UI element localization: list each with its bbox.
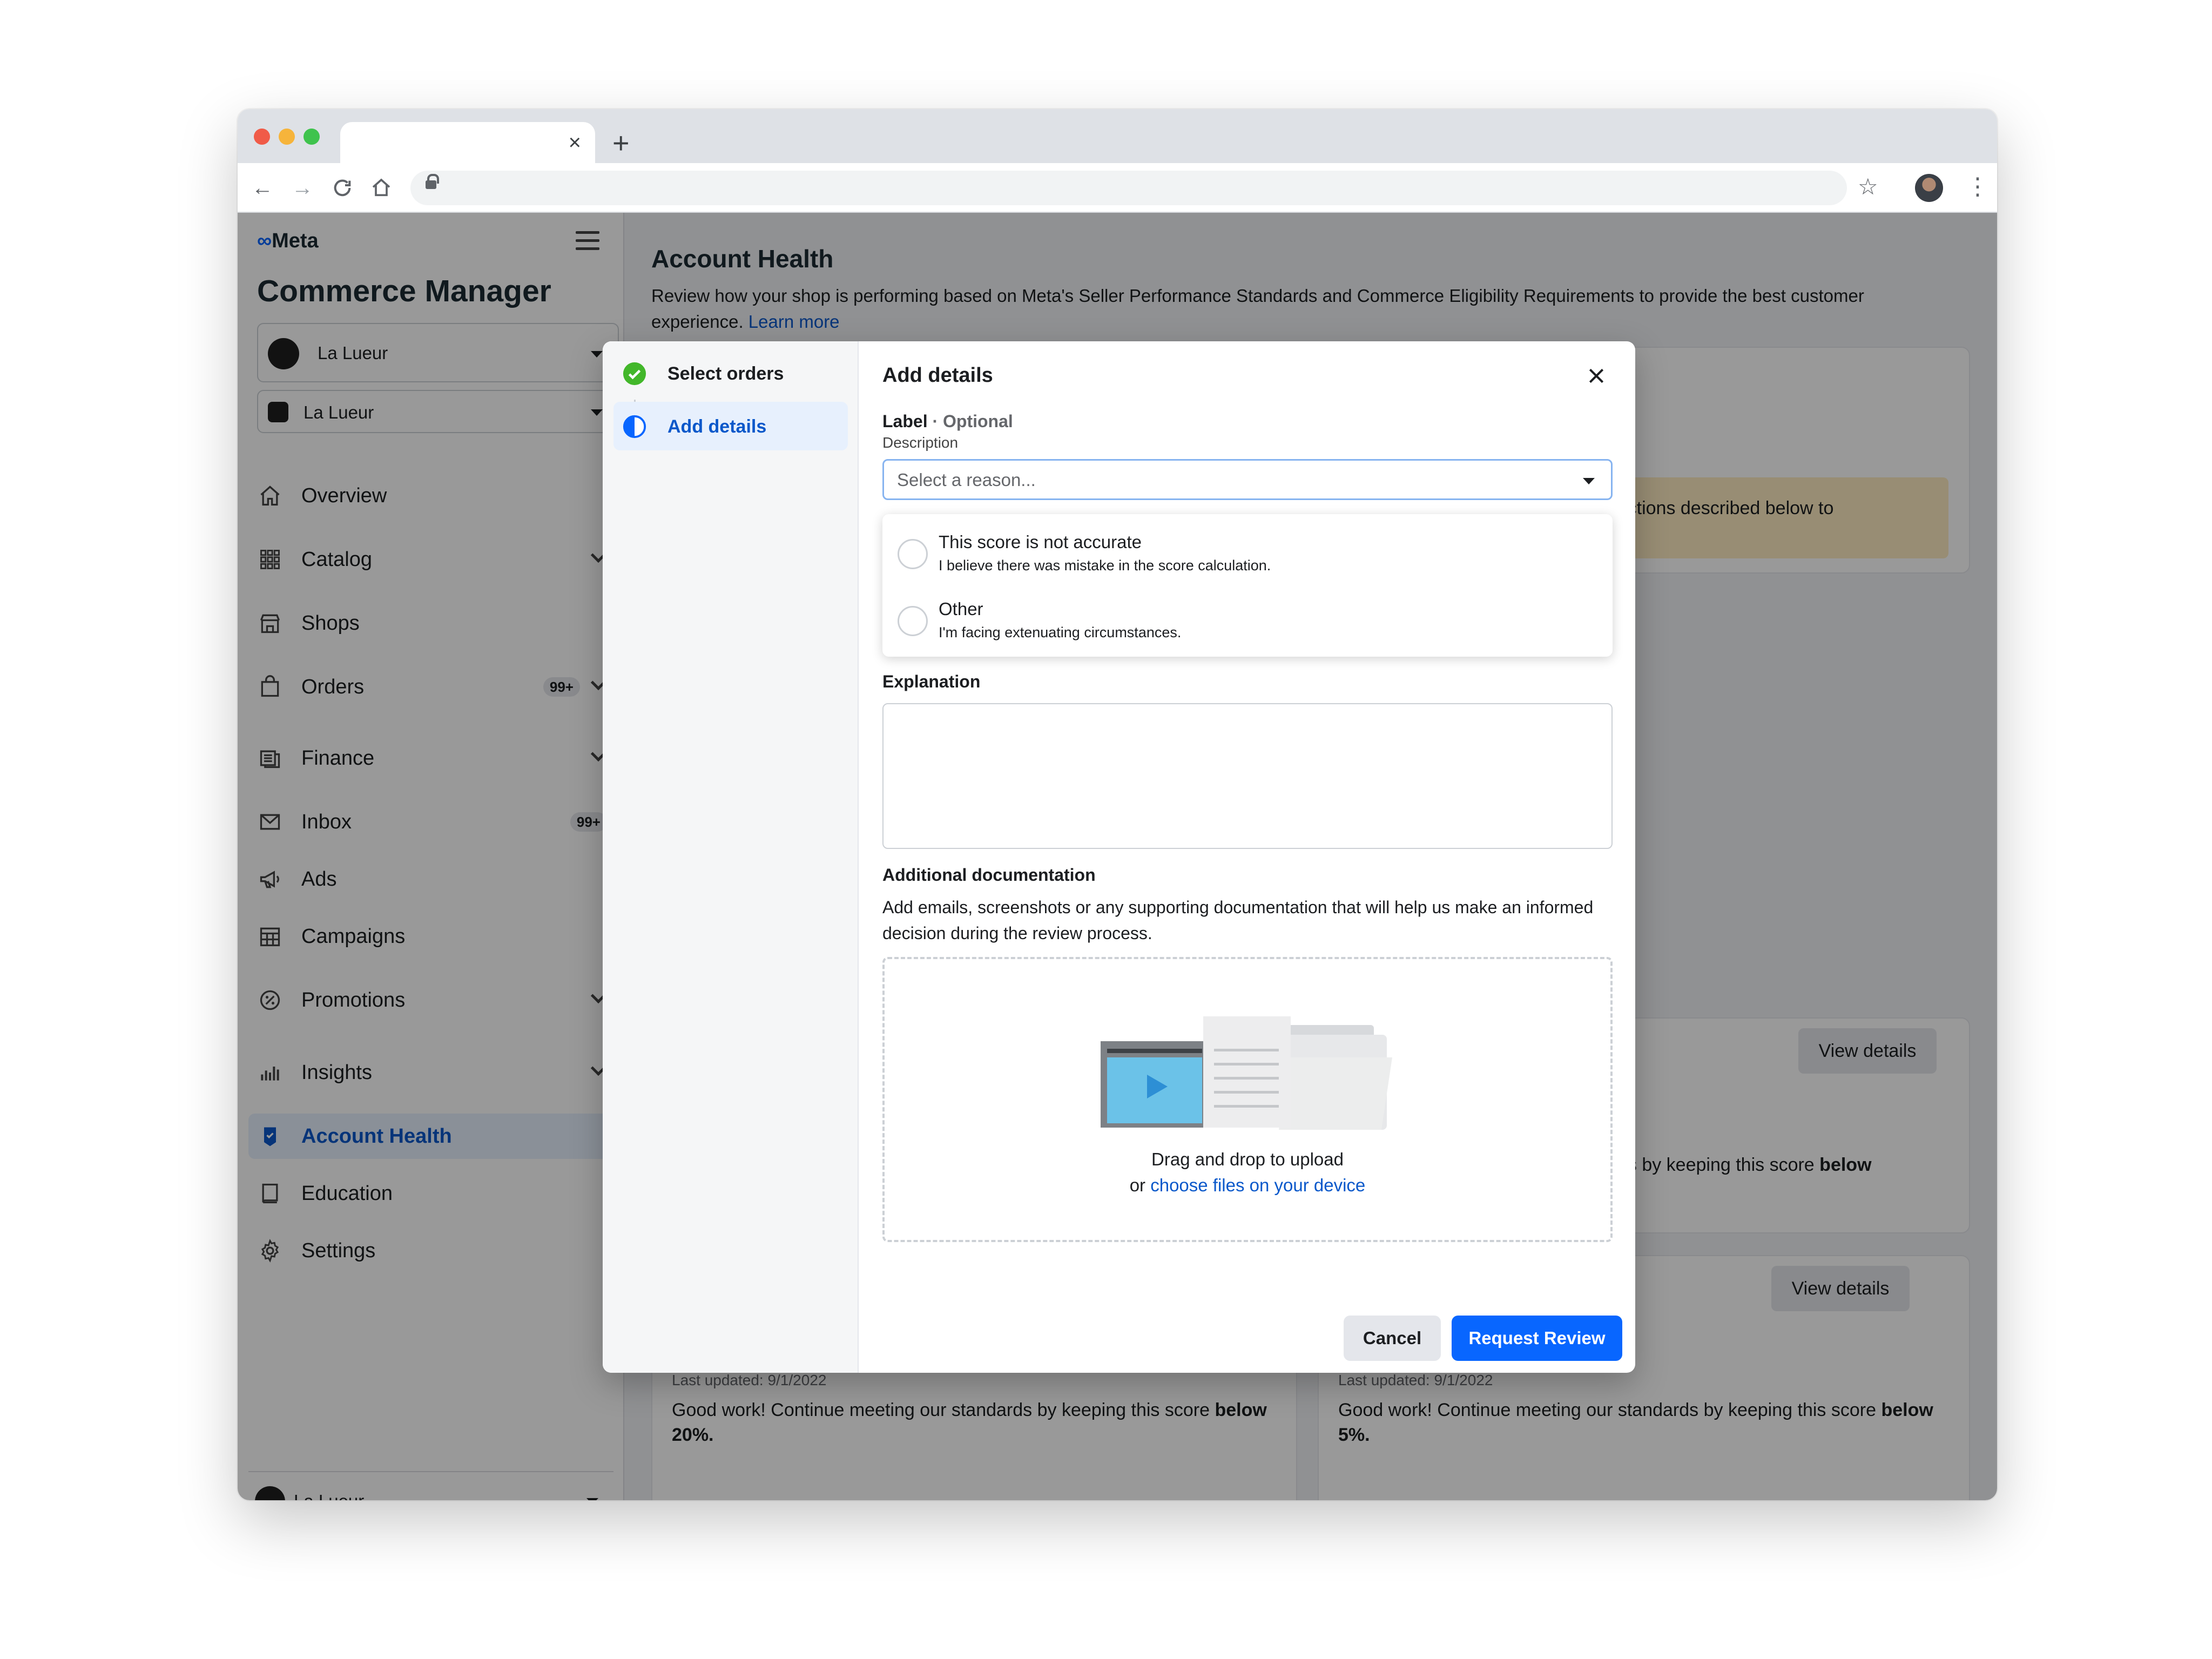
reason-select-placeholder: Select a reason... [897,470,1036,490]
profile-avatar[interactable] [1915,174,1943,202]
request-review-button[interactable]: Request Review [1452,1316,1622,1361]
close-window-button[interactable] [254,129,270,145]
radio-button[interactable] [898,606,928,636]
progress-half-icon [623,415,646,439]
dialog-title: Add details [882,364,993,387]
file-dropzone[interactable]: Drag and drop to upload or choose files … [882,957,1613,1242]
choose-files-link[interactable]: choose files on your device [1150,1175,1365,1195]
home-button-icon[interactable] [370,177,392,199]
bookmark-star-icon[interactable]: ☆ [1858,174,1878,200]
close-tab-icon[interactable]: × [569,131,581,154]
optional-marker: · Optional [927,412,1013,431]
cancel-button[interactable]: Cancel [1344,1316,1441,1361]
address-bar[interactable] [410,171,1847,205]
tab-strip: × + [238,109,1997,163]
reason-option-inaccurate[interactable]: This score is not accurate I believe the… [882,517,1613,584]
label-field-heading: Label · Optional [882,410,1013,432]
reload-icon[interactable] [332,177,353,199]
back-icon[interactable]: ← [252,175,273,201]
reason-select[interactable]: Select a reason... [882,459,1613,500]
request-review-dialog: Select orders Add details Add details La… [603,341,1635,1373]
step-select-orders[interactable]: Select orders [613,349,848,397]
forward-icon[interactable]: → [292,175,313,201]
choose-files-line: or choose files on your device [1129,1175,1366,1195]
documentation-description: Add emails, screenshots or any supportin… [882,898,1594,943]
radio-button[interactable] [898,539,928,569]
option-subtitle: I believe there was mistake in the score… [939,557,1271,574]
documentation-label: Additional documentation [882,865,1096,885]
browser-menu-icon[interactable]: ⋮ [1966,173,1990,201]
new-tab-button[interactable]: + [612,129,630,158]
browser-tab[interactable]: × [340,122,595,163]
description-caption: Description [882,434,959,451]
upload-illustration-icon [1101,1016,1392,1130]
option-title: Other [939,599,983,619]
step-list: Select orders Add details [603,341,859,1373]
option-subtitle: I'm facing extenuating circumstances. [939,624,1182,640]
close-icon[interactable] [1586,365,1607,387]
explanation-textarea[interactable] [882,703,1613,849]
reason-option-other[interactable]: Other I'm facing extenuating circumstanc… [882,584,1613,651]
explanation-label: Explanation [882,672,981,691]
minimize-window-button[interactable] [279,129,295,145]
caret-down-icon [1583,478,1595,484]
lock-icon [426,174,439,189]
label-heading: Label [882,412,928,431]
step-add-details[interactable]: Add details [613,402,848,450]
check-circle-icon [623,362,646,386]
step-label: Select orders [667,363,784,384]
drag-drop-text: Drag and drop to upload [1151,1149,1344,1169]
maximize-window-button[interactable] [304,129,320,145]
step-label: Add details [667,416,767,437]
option-title: This score is not accurate [939,532,1142,552]
browser-toolbar: ← → ☆ ⋮ [238,163,1997,213]
reason-dropdown-menu: This score is not accurate I believe the… [882,514,1613,657]
